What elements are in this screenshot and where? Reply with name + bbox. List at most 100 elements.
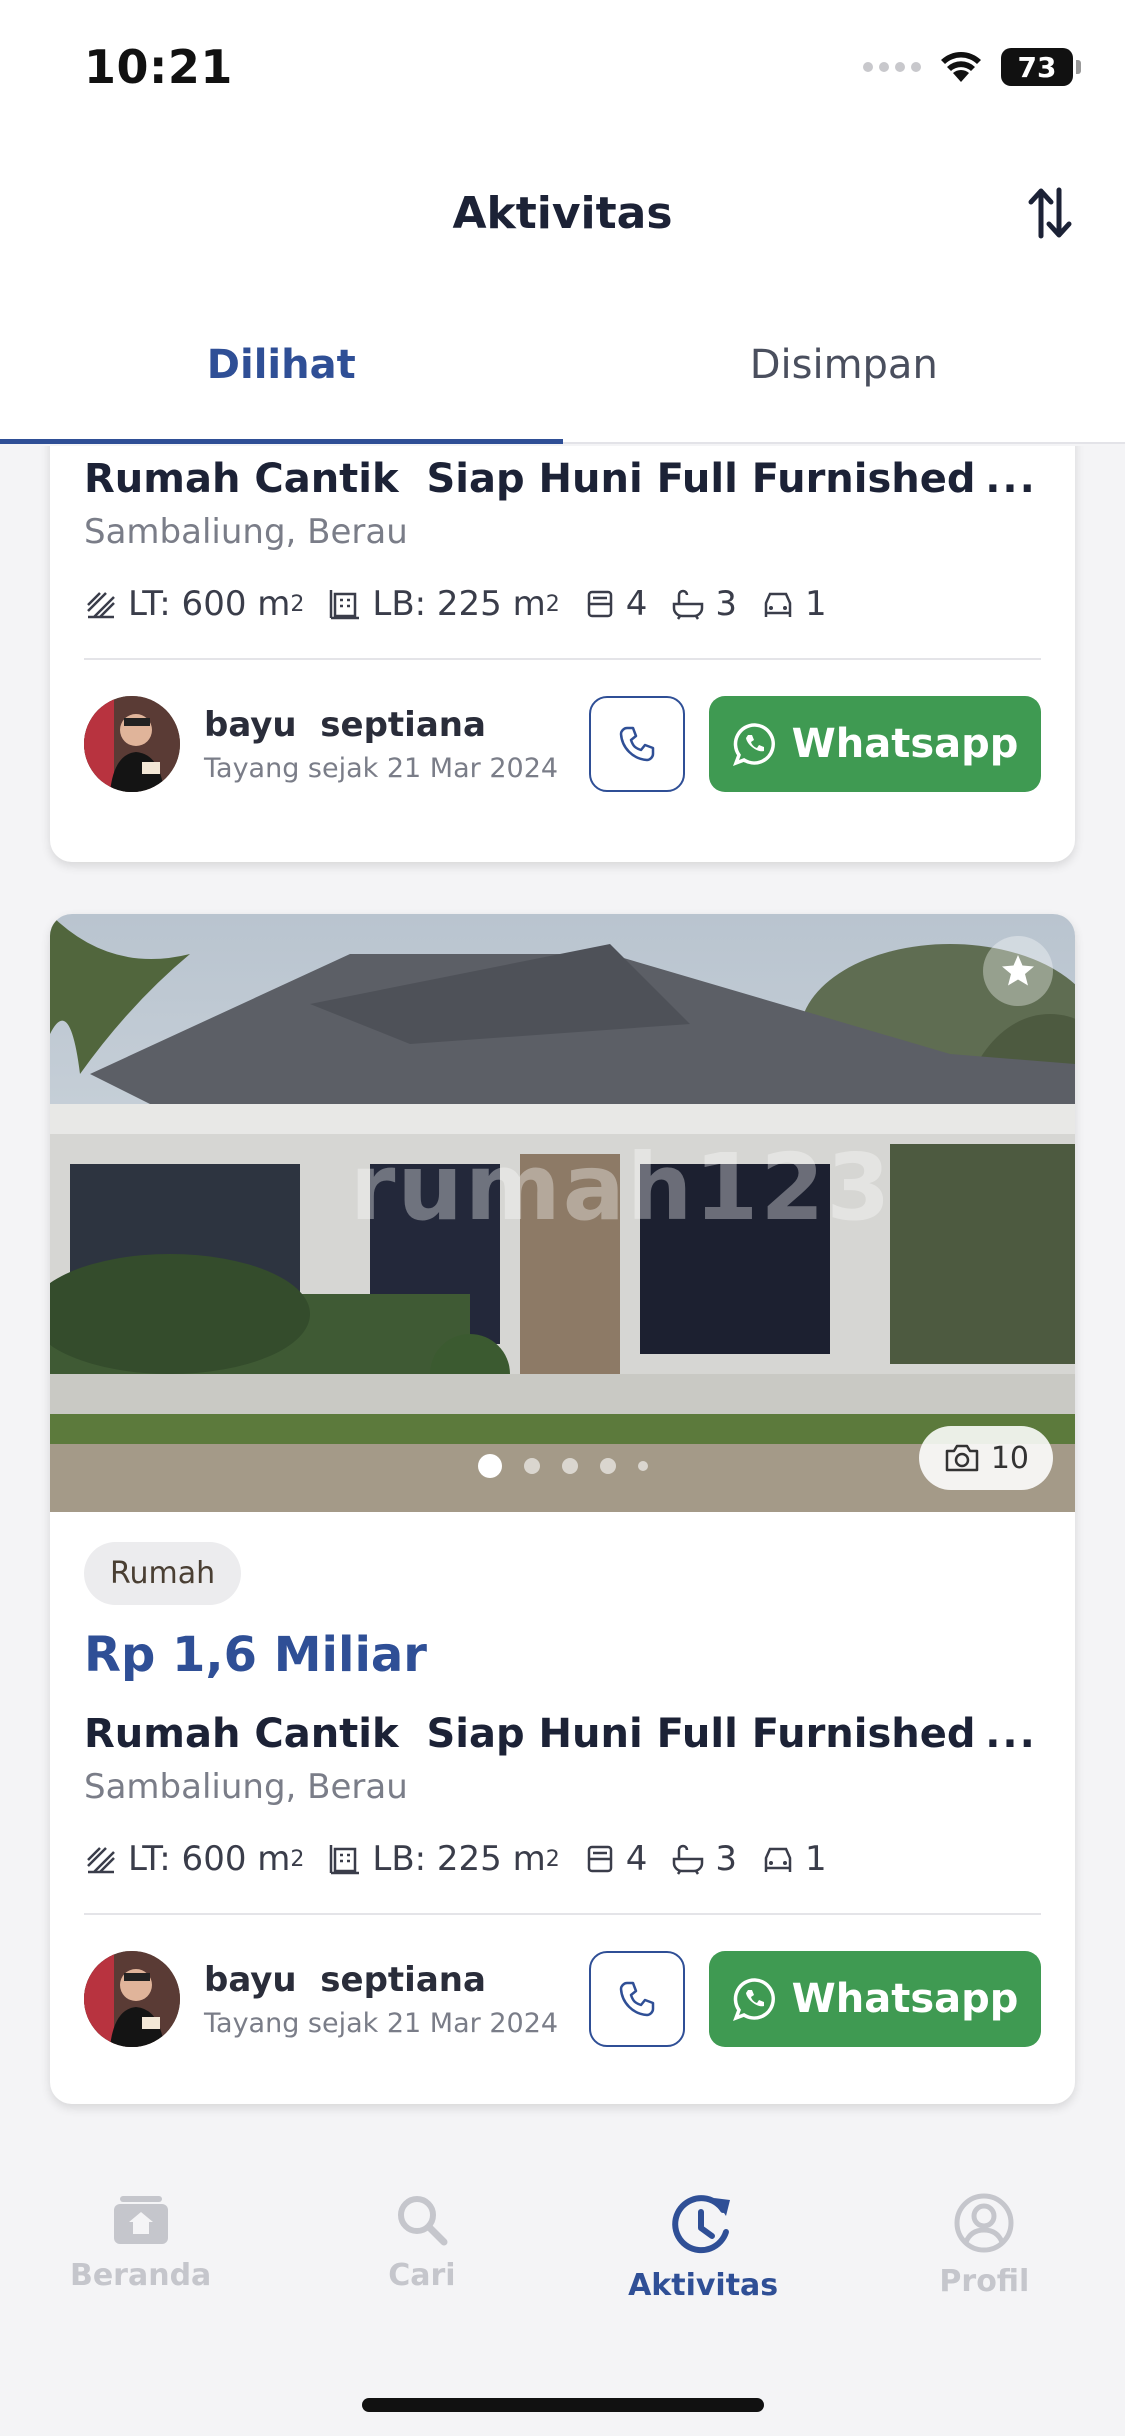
status-bar: 10:21 73 (0, 0, 1125, 140)
whatsapp-icon (732, 1978, 775, 2021)
listing-feed[interactable]: Rumah Cantik Siap Huni Full Furnished ..… (0, 446, 1125, 2136)
pagination-dot[interactable] (599, 1458, 616, 1474)
bedroom-count: 4 (625, 1839, 648, 1879)
watermark-logo: rumah123 (350, 1134, 893, 1241)
listing-specs: LT: 600 m2 LB: 225 m2 4 3 1 (84, 1839, 1041, 1879)
status-time: 10:21 (84, 40, 233, 94)
bedroom-count: 4 (625, 584, 648, 624)
tab-dilihat[interactable]: Dilihat (0, 290, 563, 444)
agent-row: bayu septiana Tayang sejak 21 Mar 2024 W… (84, 1951, 1041, 2047)
nav-item-profil[interactable]: Profil (844, 2192, 1125, 2316)
building-area-unit-sup: 2 (545, 591, 560, 617)
car-icon (764, 592, 792, 617)
building-area-value: LB: 225 m (372, 1839, 546, 1879)
activity-tabs: Dilihat Disimpan (0, 290, 1125, 444)
garage-count: 1 (805, 1839, 827, 1879)
cellular-signal-icon (863, 62, 921, 72)
star-icon (1002, 955, 1034, 986)
search-icon (397, 2196, 448, 2246)
agent-avatar[interactable] (84, 696, 180, 792)
divider (84, 1913, 1041, 1915)
bathtub-icon (673, 1844, 704, 1875)
land-area-unit-sup: 2 (290, 591, 305, 617)
pagination-dot[interactable] (637, 1461, 648, 1471)
page-title: Aktivitas (452, 188, 673, 239)
call-button[interactable] (589, 696, 685, 792)
agent-listed-since: Tayang sejak 21 Mar 2024 (204, 2007, 559, 2039)
agent-avatar[interactable] (84, 1951, 180, 2047)
land-area-icon (87, 1847, 115, 1874)
building-area-spec: LB: 225 m2 (328, 1839, 560, 1879)
building-area-icon (330, 1845, 360, 1875)
land-area-value: LT: 600 m (128, 584, 291, 624)
land-area-spec: LT: 600 m2 (84, 1839, 304, 1879)
listing-price: Rp 1,6 Miliar (84, 1627, 427, 1683)
phone-icon (619, 726, 655, 762)
listing-title: Rumah Cantik Siap Huni Full Furnished (84, 456, 976, 502)
building-area-value: LB: 225 m (372, 584, 546, 624)
building-area-spec: LB: 225 m2 (328, 584, 560, 624)
nav-label: Profil (939, 2264, 1030, 2299)
pagination-dot[interactable] (561, 1458, 578, 1474)
more-options-icon[interactable]: ... (981, 1711, 1041, 1757)
profile-icon (954, 2193, 1014, 2253)
nav-label: Cari (388, 2258, 456, 2293)
garage-spec: 1 (761, 1839, 827, 1879)
sort-button[interactable] (1015, 178, 1085, 248)
home-icon (113, 2196, 168, 2244)
status-icons: 73 (863, 48, 1081, 86)
land-area-icon (87, 592, 115, 619)
nav-item-cari[interactable]: Cari (281, 2192, 562, 2316)
page-header: Aktivitas (0, 140, 1125, 290)
bathroom-spec: 3 (671, 584, 737, 624)
save-favorite-button[interactable] (983, 936, 1053, 1006)
more-options-icon[interactable]: ... (981, 456, 1041, 502)
property-type-badge: Rumah (84, 1542, 242, 1605)
tab-disimpan[interactable]: Disimpan (563, 290, 1125, 442)
agent-listed-since: Tayang sejak 21 Mar 2024 (204, 752, 559, 784)
phone-icon (619, 1981, 655, 2017)
listing-specs: LT: 600 m2 LB: 225 m2 4 3 1 (84, 584, 1041, 624)
listing-card[interactable]: Rumah Cantik Siap Huni Full Furnished ..… (50, 446, 1075, 862)
divider (84, 658, 1041, 660)
car-icon (764, 1847, 792, 1872)
whatsapp-button[interactable]: Whatsapp (709, 696, 1041, 792)
listing-title: Rumah Cantik Siap Huni Full Furnished (84, 1711, 976, 1757)
listing-location: Sambaliung, Berau (84, 1767, 408, 1807)
whatsapp-label: Whatsapp (791, 721, 1019, 767)
listing-card[interactable]: rumah123 10 Rumah Rp 1,6 Miliar Rumah Ca… (50, 914, 1075, 2104)
bottom-navigation: Beranda Cari Aktivitas Profil (0, 2136, 1125, 2436)
home-indicator (362, 2398, 764, 2412)
nav-label: Aktivitas (628, 2268, 779, 2303)
garage-spec: 1 (761, 584, 827, 624)
battery-icon: 73 (1001, 48, 1081, 86)
bed-icon (587, 590, 612, 618)
bathtub-icon (673, 589, 704, 620)
bed-icon (587, 1845, 612, 1873)
land-area-value: LT: 600 m (128, 1839, 291, 1879)
building-area-icon (330, 590, 360, 620)
whatsapp-icon (732, 723, 775, 766)
call-button[interactable] (589, 1951, 685, 2047)
nav-label: Beranda (69, 2258, 212, 2293)
photo-count-badge[interactable]: 10 (918, 1426, 1053, 1490)
land-area-spec: LT: 600 m2 (84, 584, 304, 624)
garage-count: 1 (805, 584, 827, 624)
whatsapp-button[interactable]: Whatsapp (709, 1951, 1041, 2047)
pagination-dot[interactable] (523, 1458, 540, 1474)
camera-icon (945, 1444, 979, 1472)
pagination-dot[interactable] (477, 1454, 502, 1478)
bathroom-spec: 3 (671, 1839, 737, 1879)
agent-name: bayu septiana (204, 704, 486, 745)
bathroom-count: 3 (715, 1839, 738, 1879)
building-area-unit-sup: 2 (545, 1846, 560, 1872)
sort-arrows-icon (1028, 187, 1072, 239)
agent-name: bayu septiana (204, 1959, 486, 2000)
nav-item-beranda[interactable]: Beranda (0, 2192, 281, 2316)
bedroom-spec: 4 (584, 584, 648, 624)
wifi-icon (941, 52, 981, 82)
listing-location: Sambaliung, Berau (84, 512, 408, 552)
nav-item-aktivitas[interactable]: Aktivitas (563, 2192, 844, 2316)
listing-photo[interactable]: rumah123 10 (50, 914, 1075, 1512)
agent-row: bayu septiana Tayang sejak 21 Mar 2024 W… (84, 696, 1041, 792)
